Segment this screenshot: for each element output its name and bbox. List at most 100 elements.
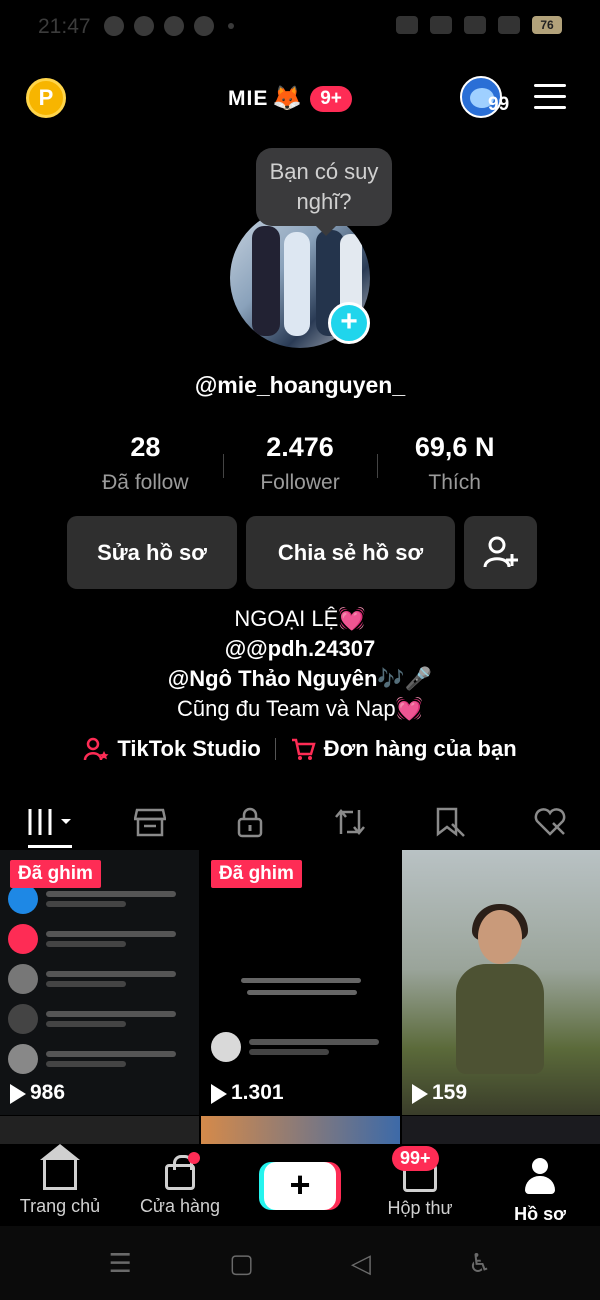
profile-actions: Sửa hồ sơ Chia sẻ hồ sơ — [67, 516, 537, 589]
inbox-badge: 99+ — [392, 1146, 439, 1171]
create-button[interactable]: + — [264, 1162, 336, 1210]
more-notifications-icon — [228, 23, 234, 29]
stat-value: 2.476 — [266, 432, 334, 462]
tiktok-studio-label: TikTok Studio — [117, 736, 261, 761]
messenger-icon — [104, 16, 124, 36]
tab-favorites[interactable] — [400, 796, 500, 848]
share-profile-button[interactable]: Chia sẻ hồ sơ — [246, 516, 455, 589]
tab-videos[interactable] — [0, 796, 100, 848]
status-bar: 21:47 76 — [0, 0, 600, 52]
edit-profile-button[interactable]: Sửa hồ sơ — [67, 516, 237, 589]
orders-label: Đơn hàng của bạn — [323, 736, 517, 761]
play-icon — [211, 1084, 227, 1104]
status-notification-icons — [104, 16, 234, 36]
view-count: 1.301 — [211, 1081, 284, 1105]
add-friend-icon — [483, 536, 518, 567]
tab-shop[interactable] — [100, 796, 200, 848]
video-thumbnail[interactable] — [402, 1116, 600, 1144]
video-thumbnail[interactable]: Đã ghim 986 — [0, 850, 199, 1115]
recents-icon[interactable]: ☰ — [109, 1248, 132, 1279]
signal-icon — [498, 16, 520, 34]
view-count: 159 — [412, 1081, 467, 1105]
stats: 28 Đã follow 2.476 Follower 69,6 N Thích — [68, 432, 532, 495]
nav-shop[interactable]: Cửa hàng — [120, 1144, 240, 1226]
nav-label: Hồ sơ — [514, 1204, 566, 1224]
view-count-value: 159 — [432, 1081, 468, 1104]
heart-icon — [534, 808, 566, 836]
video-thumbnail[interactable]: 159 — [402, 850, 600, 1115]
view-count-value: 986 — [30, 1081, 66, 1104]
view-count-value: 1.301 — [231, 1081, 284, 1104]
nav-label: Trang chủ — [19, 1196, 101, 1216]
cart-icon — [291, 738, 316, 760]
account-name: MIE — [228, 86, 269, 110]
battery-icon: 76 — [532, 16, 562, 34]
profile-avatar-wrapper[interactable]: + — [230, 208, 370, 348]
nav-label: Cửa hàng — [139, 1196, 221, 1216]
bio-line: NGOẠI LỆ💓 — [234, 606, 366, 631]
add-friend-button[interactable] — [464, 516, 537, 589]
back-icon[interactable]: ◁ — [351, 1248, 371, 1279]
alarm-icon — [396, 16, 418, 34]
video-grid-next-row — [0, 1116, 600, 1144]
mute-icon — [430, 16, 452, 34]
status-system-icons: 76 — [396, 16, 562, 34]
bio-line: Cũng đu Team và Nap💓 — [177, 696, 423, 721]
studio-icon — [84, 737, 109, 761]
tiktok-studio-link[interactable]: TikTok Studio — [83, 736, 261, 762]
orders-link[interactable]: Đơn hàng của bạn — [290, 736, 517, 762]
tab-liked[interactable] — [500, 796, 600, 848]
account-badge: 9+ — [310, 85, 352, 112]
nav-create[interactable]: + — [240, 1144, 360, 1226]
username: @mie_hoanguyen_ — [194, 372, 406, 398]
video-grid: Đã ghim 986 Đã ghim 1.301 159 — [0, 850, 600, 1118]
bio-line[interactable]: @@pdh.24307 — [0, 634, 600, 664]
fox-emoji-icon: 🦊 — [272, 85, 303, 112]
top-bar: P MIE 🦊 9+ 99 — [0, 70, 600, 130]
stat-label: Đã follow — [102, 471, 189, 494]
repost-icon — [335, 809, 365, 835]
bio-line[interactable]: @Ngô Thảo Nguyên🎶🎤 — [0, 664, 600, 694]
bookmark-icon — [436, 807, 465, 837]
stat-following[interactable]: 28 Đã follow — [68, 432, 223, 495]
account-switcher[interactable]: MIE 🦊 9+ — [228, 84, 352, 113]
home-button-icon[interactable]: ▢ — [229, 1248, 254, 1279]
wifi-icon — [464, 16, 486, 34]
nav-home[interactable]: Trang chủ — [0, 1144, 120, 1226]
menu-icon[interactable] — [534, 84, 566, 110]
profile-icon — [523, 1158, 557, 1198]
nav-profile[interactable]: Hồ sơ — [480, 1144, 600, 1226]
mini-avatar-count: 99 — [488, 94, 510, 115]
stat-value: 28 — [130, 432, 161, 462]
bio: NGOẠI LỆ💓 @@pdh.24307 @Ngô Thảo Nguyên🎶🎤… — [0, 604, 600, 724]
stat-label: Follower — [260, 471, 340, 494]
stat-likes[interactable]: 69,6 N Thích — [377, 432, 532, 495]
shopping-bag-icon — [165, 1155, 195, 1190]
tiktok-icon — [164, 16, 184, 36]
video-thumbnail[interactable] — [201, 1116, 400, 1144]
app-icon — [134, 16, 154, 36]
video-thumbnail[interactable]: Đã ghim 1.301 — [201, 850, 400, 1115]
link-divider — [274, 738, 276, 760]
notification-dot — [188, 1152, 200, 1164]
bottom-nav: Trang chủ Cửa hàng + 99+ Hộp thư Hồ sơ — [0, 1144, 600, 1226]
pinned-badge: Đã ghim — [211, 860, 302, 888]
home-icon — [40, 1144, 80, 1190]
tab-private[interactable] — [200, 796, 300, 848]
stat-label: Thích — [428, 471, 481, 494]
accessibility-icon[interactable]: ♿ — [468, 1248, 491, 1279]
video-thumbnail[interactable] — [0, 1116, 199, 1144]
view-count: 986 — [10, 1081, 65, 1105]
play-icon — [10, 1084, 26, 1104]
note-bubble[interactable]: Bạn có suy nghĩ? — [256, 148, 392, 236]
system-nav: ☰ ▢ ◁ ♿ — [0, 1226, 600, 1300]
stat-followers[interactable]: 2.476 Follower — [222, 432, 378, 495]
add-story-button[interactable]: + — [328, 302, 370, 344]
profile-tabs — [0, 796, 600, 848]
play-icon — [412, 1084, 428, 1104]
coin-icon[interactable]: P — [26, 78, 66, 118]
tab-reposts[interactable] — [300, 796, 400, 848]
nav-label: Hộp thư — [387, 1198, 453, 1218]
nav-inbox[interactable]: 99+ Hộp thư — [360, 1144, 480, 1226]
status-time: 21:47 — [38, 15, 91, 38]
